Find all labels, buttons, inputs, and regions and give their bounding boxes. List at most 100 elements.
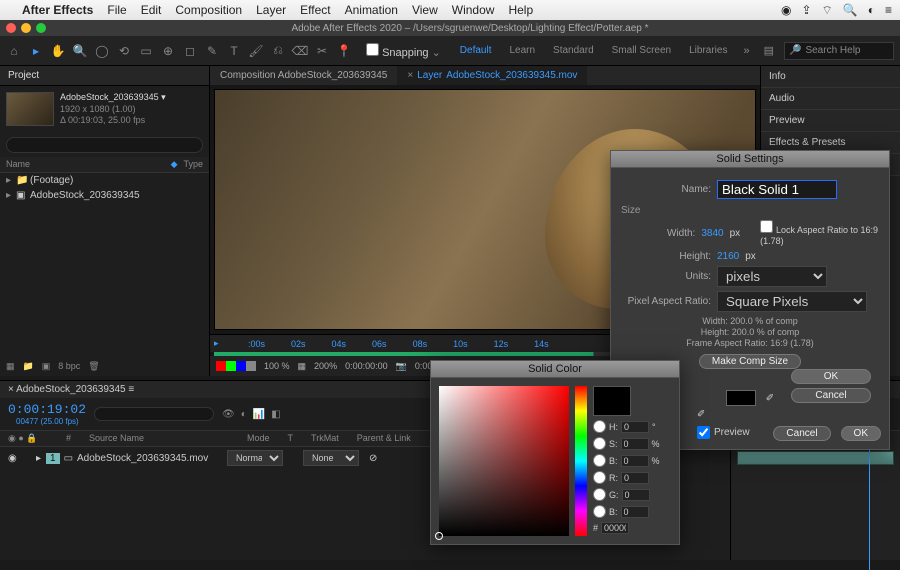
minimize-window-button[interactable] xyxy=(21,23,31,33)
snapshot-icon[interactable]: 📷 xyxy=(396,361,407,372)
zoom-window-button[interactable] xyxy=(36,23,46,33)
menu-view[interactable]: View xyxy=(412,3,438,17)
layer-clip[interactable] xyxy=(737,451,894,465)
channel-bch-radio[interactable] xyxy=(593,505,606,518)
visibility-toggle-icon[interactable]: ◉ xyxy=(8,453,22,464)
h-input[interactable] xyxy=(621,421,649,433)
snapping-checkbox[interactable] xyxy=(366,43,379,56)
menu-help[interactable]: Help xyxy=(508,3,533,17)
channel-green-icon[interactable] xyxy=(226,361,236,371)
saturation-value-picker[interactable] xyxy=(439,386,569,536)
panel-info[interactable]: Info xyxy=(761,66,900,88)
hex-input[interactable] xyxy=(601,522,629,534)
close-tab-icon[interactable]: × xyxy=(407,70,413,81)
dropbox-icon[interactable]: ⇪ xyxy=(801,3,811,17)
panel-preview[interactable]: Preview xyxy=(761,110,900,132)
col-num[interactable]: # xyxy=(66,433,71,444)
solid-name-input[interactable] xyxy=(717,180,837,199)
channel-g-radio[interactable] xyxy=(593,488,606,501)
graph-editor-icon[interactable]: 📊 xyxy=(253,409,265,420)
playhead[interactable] xyxy=(869,441,870,570)
menu-edit[interactable]: Edit xyxy=(141,3,162,17)
solid-height-input[interactable]: 2160 xyxy=(717,251,739,262)
menu-file[interactable]: File xyxy=(107,3,126,17)
project-tab[interactable]: Project xyxy=(0,66,209,86)
camera-tool-icon[interactable]: ▭ xyxy=(138,43,154,59)
workspace-overflow-icon[interactable]: » xyxy=(739,45,753,57)
blend-mode-dropdown[interactable]: Normal xyxy=(227,450,283,466)
color-eyedropper-icon[interactable]: ✐ xyxy=(697,409,871,420)
zoom-level[interactable]: 200% xyxy=(314,361,337,371)
solid-width-input[interactable]: 3840 xyxy=(701,228,723,239)
menu-composition[interactable]: Composition xyxy=(175,3,242,17)
b-input[interactable] xyxy=(621,455,649,467)
layer-name[interactable]: AdobeStock_203639345.mov xyxy=(77,453,227,464)
siri-icon[interactable]: ◐ xyxy=(868,3,875,17)
col-name[interactable]: Name xyxy=(6,159,171,170)
bch-input[interactable] xyxy=(621,506,649,518)
channel-h-radio[interactable] xyxy=(593,420,606,433)
channel-alpha-icon[interactable] xyxy=(246,361,256,371)
channel-r-radio[interactable] xyxy=(593,471,606,484)
shape-tool-icon[interactable]: ◻ xyxy=(182,43,198,59)
panel-menu-icon[interactable]: ▤ xyxy=(760,44,778,57)
channel-blue-icon[interactable] xyxy=(236,361,246,371)
search-icon[interactable]: 🔍 xyxy=(843,3,858,17)
new-comp-icon[interactable]: ▣ xyxy=(42,361,51,372)
comp-viewer-tab[interactable]: Composition AdobeStock_203639345 xyxy=(210,66,397,85)
par-dropdown[interactable]: Square Pixels xyxy=(717,291,867,312)
orbit-tool-icon[interactable]: ◯ xyxy=(94,43,110,59)
parent-pickwhip-icon[interactable]: ⊘ xyxy=(369,453,377,464)
timecode-in[interactable]: 0:00:00:00 xyxy=(345,361,388,371)
app-name[interactable]: After Effects xyxy=(22,3,93,17)
wifi-icon[interactable]: ⌔ xyxy=(822,3,833,18)
shy-icon[interactable]: 👁 xyxy=(222,409,235,420)
color-ok-button[interactable]: OK xyxy=(791,369,871,384)
hand-tool-icon[interactable]: ✋ xyxy=(50,43,66,59)
mask-opacity[interactable]: 100 % xyxy=(264,361,290,371)
s-input[interactable] xyxy=(621,438,649,450)
motion-blur-icon[interactable]: ◐ xyxy=(241,409,247,420)
channel-s-radio[interactable] xyxy=(593,437,606,450)
menu-layer[interactable]: Layer xyxy=(256,3,286,17)
workspace-small-screen[interactable]: Small Screen xyxy=(606,43,677,58)
r-input[interactable] xyxy=(621,472,649,484)
trash-icon[interactable]: 🗑 xyxy=(88,361,99,372)
workspace-libraries[interactable]: Libraries xyxy=(683,43,733,58)
draft-3d-icon[interactable]: ◧ xyxy=(271,409,280,420)
menu-extra-icon[interactable]: ≡ xyxy=(885,3,892,17)
col-source[interactable]: Source Name xyxy=(89,433,229,444)
workspace-standard[interactable]: Standard xyxy=(547,43,600,58)
trkmat-dropdown[interactable]: None xyxy=(303,450,359,466)
clone-tool-icon[interactable]: ⎌ xyxy=(270,43,286,59)
layer-viewer-tab[interactable]: × Layer AdobeStock_203639345.mov xyxy=(397,66,587,85)
search-help-input[interactable]: 🔎Search Help xyxy=(784,42,894,60)
col-t[interactable]: T xyxy=(288,433,294,444)
menu-window[interactable]: Window xyxy=(452,3,495,17)
brush-tool-icon[interactable]: 🖌 xyxy=(248,43,264,59)
puppet-tool-icon[interactable]: 📍 xyxy=(336,43,352,59)
channel-b-radio[interactable] xyxy=(593,454,606,467)
color-preview-checkbox[interactable] xyxy=(697,426,710,439)
zoom-tool-icon[interactable]: 🔍 xyxy=(72,43,88,59)
asset-thumbnail[interactable] xyxy=(6,92,54,126)
project-search-input[interactable] xyxy=(6,137,203,153)
project-row-comp[interactable]: ▸▣ AdobeStock_203639345 xyxy=(0,188,209,203)
workspace-learn[interactable]: Learn xyxy=(503,43,541,58)
timeline-tab[interactable]: AdobeStock_203639345 xyxy=(16,384,126,395)
eraser-tool-icon[interactable]: ⌫ xyxy=(292,43,308,59)
g-input[interactable] xyxy=(622,489,650,501)
selection-tool-icon[interactable]: ▸ xyxy=(28,43,44,59)
color-cancel-button[interactable]: Cancel xyxy=(791,388,871,403)
project-row-footage[interactable]: ▸📁 (Footage) xyxy=(0,173,209,188)
col-type[interactable]: Type xyxy=(183,159,203,170)
col-mode[interactable]: Mode xyxy=(247,433,270,444)
menu-effect[interactable]: Effect xyxy=(300,3,330,17)
timeline-tracks[interactable] xyxy=(730,431,900,560)
home-icon[interactable]: ⌂ xyxy=(6,43,22,59)
anchor-tool-icon[interactable]: ⊕ xyxy=(160,43,176,59)
type-tool-icon[interactable]: T xyxy=(226,43,242,59)
col-trkmat[interactable]: TrkMat xyxy=(311,433,339,444)
close-window-button[interactable] xyxy=(6,23,16,33)
grid-icon[interactable]: ▦ xyxy=(298,361,307,372)
